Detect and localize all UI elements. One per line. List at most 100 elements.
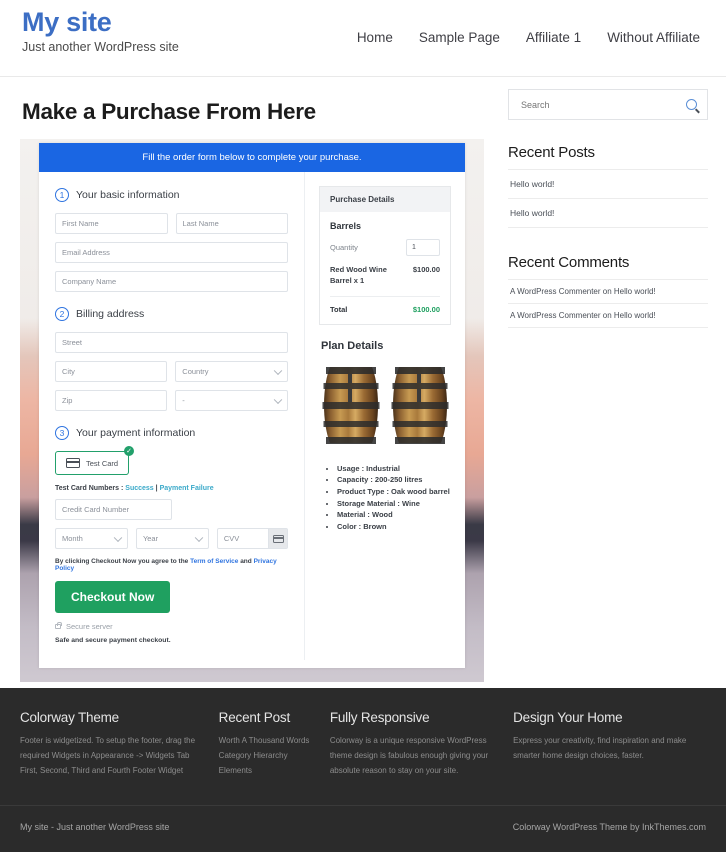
quantity-input[interactable]: 1 xyxy=(406,239,440,256)
recent-post-item[interactable]: Hello world! xyxy=(508,199,708,228)
footer-bottom-bar: My site - Just another WordPress site Co… xyxy=(0,806,726,832)
footer-widget-recent-post: Recent Post Worth A Thousand Words Categ… xyxy=(219,710,330,805)
terms-notice: By clicking Checkout Now you agree to th… xyxy=(55,558,288,572)
quantity-label: Quantity xyxy=(330,243,358,252)
recent-comment-item[interactable]: A WordPress Commenter on Hello world! xyxy=(508,280,708,304)
plan-spec-item: Material : Wood xyxy=(337,509,451,521)
step-number-3: 3 xyxy=(55,426,69,440)
plan-spec-item: Color : Brown xyxy=(337,521,451,533)
lock-icon xyxy=(55,624,61,629)
search-input[interactable] xyxy=(519,99,686,111)
footer-recent-post-item[interactable]: Category Hierarchy xyxy=(219,749,316,764)
city-input[interactable]: City xyxy=(55,361,167,382)
barrel-product-image xyxy=(319,361,451,449)
order-total-row: Total $100.00 xyxy=(330,297,440,314)
test-card-numbers-prefix: Test Card Numbers : xyxy=(55,485,125,492)
test-card-failure-link[interactable]: Payment Failure xyxy=(160,485,214,492)
city-country-row: City Country xyxy=(55,361,288,382)
footer-widget-text: Express your creativity, find inspiratio… xyxy=(513,734,692,764)
country-select-value: Country xyxy=(182,367,208,376)
zip-state-row: Zip - xyxy=(55,390,288,411)
expiry-year-value: Year xyxy=(143,534,158,543)
cvv-help-button[interactable] xyxy=(268,529,287,548)
terms-of-service-link[interactable]: Term of Service xyxy=(190,558,238,565)
expiry-cvv-row: Month Year CVV xyxy=(55,528,288,549)
order-form-column: 1 Your basic information First Name Last… xyxy=(39,172,305,660)
secure-server-row: Secure server xyxy=(55,622,288,631)
footer-copyright-left: My site - Just another WordPress site xyxy=(20,822,169,832)
expiry-month-value: Month xyxy=(62,534,83,543)
email-input[interactable]: Email Address xyxy=(55,242,288,263)
footer-credit-right[interactable]: Colorway WordPress Theme by InkThemes.co… xyxy=(513,822,706,832)
country-select[interactable]: Country xyxy=(175,361,288,382)
site-header: My site Just another WordPress site Home… xyxy=(0,0,726,77)
purchase-details-title: Purchase Details xyxy=(320,187,450,212)
credit-card-number-input[interactable]: Credit Card Number xyxy=(55,499,172,520)
street-input[interactable]: Street xyxy=(55,332,288,353)
site-branding: My site Just another WordPress site xyxy=(22,0,179,54)
check-circle-icon: ✓ xyxy=(124,446,134,456)
last-name-input[interactable]: Last Name xyxy=(176,213,289,234)
step-payment-information: 3 Your payment information xyxy=(55,426,288,440)
street-field-row: Street xyxy=(55,332,288,353)
order-summary-column: Purchase Details Barrels Quantity 1 Red … xyxy=(305,172,465,660)
content-column: Make a Purchase From Here Fill the order… xyxy=(20,77,490,682)
credit-card-row: Credit Card Number xyxy=(55,499,288,520)
company-field-row: Company Name xyxy=(55,271,288,292)
checkout-now-button[interactable]: Checkout Now xyxy=(55,581,170,613)
page-title: Make a Purchase From Here xyxy=(22,99,490,125)
recent-post-item[interactable]: Hello world! xyxy=(508,170,708,199)
sidebar: Recent Posts Hello world! Hello world! R… xyxy=(508,77,708,682)
total-label: Total xyxy=(330,305,347,314)
footer-widget-fully-responsive: Fully Responsive Colorway is a unique re… xyxy=(330,710,513,805)
nav-item-home[interactable]: Home xyxy=(357,30,393,45)
test-card-label: Test Card xyxy=(86,459,118,468)
chevron-down-icon xyxy=(195,533,203,541)
credit-card-icon xyxy=(66,458,80,468)
company-name-input[interactable]: Company Name xyxy=(55,271,288,292)
recent-comment-item[interactable]: A WordPress Commenter on Hello world! xyxy=(508,304,708,328)
purchase-details-panel: Purchase Details Barrels Quantity 1 Red … xyxy=(319,186,451,325)
zip-input[interactable]: Zip xyxy=(55,390,167,411)
recent-posts-list: Hello world! Hello world! xyxy=(508,169,708,228)
plan-spec-item: Storage Material : Wine xyxy=(337,498,451,510)
footer-widget-title: Fully Responsive xyxy=(330,710,499,725)
test-card-option-wrapper: Test Card ✓ xyxy=(55,451,129,475)
expiry-year-select[interactable]: Year xyxy=(136,528,209,549)
checkout-backdrop: Fill the order form below to complete yo… xyxy=(20,139,484,682)
site-title[interactable]: My site xyxy=(22,8,179,36)
search-widget xyxy=(508,89,708,120)
test-card-success-link[interactable]: Success xyxy=(125,485,153,492)
line-item-amount: $100.00 xyxy=(413,265,440,287)
footer-widget-title: Colorway Theme xyxy=(20,710,205,725)
chevron-down-icon xyxy=(274,366,282,374)
test-card-option[interactable]: Test Card xyxy=(55,451,129,475)
checkout-body: 1 Your basic information First Name Last… xyxy=(39,172,465,660)
checkout-card: Fill the order form below to complete yo… xyxy=(39,143,465,668)
step-billing-address: 2 Billing address xyxy=(55,307,288,321)
purchase-details-body: Barrels Quantity 1 Red Wood Wine Barrel … xyxy=(320,212,450,324)
footer-recent-post-item[interactable]: Elements xyxy=(219,764,316,779)
footer-recent-post-item[interactable]: Worth A Thousand Words xyxy=(219,734,316,749)
plan-spec-item: Capacity : 200-250 litres xyxy=(337,474,451,486)
footer-widget-text: Footer is widgetized. To setup the foote… xyxy=(20,734,205,778)
order-banner: Fill the order form below to complete yo… xyxy=(39,143,465,172)
first-name-input[interactable]: First Name xyxy=(55,213,168,234)
state-select-value: - xyxy=(182,396,185,405)
search-icon[interactable] xyxy=(686,99,697,110)
quantity-row: Quantity 1 xyxy=(330,239,440,256)
footer-recent-post-list: Worth A Thousand Words Category Hierarch… xyxy=(219,734,316,778)
nav-item-affiliate-1[interactable]: Affiliate 1 xyxy=(526,30,581,45)
cvv-field-wrapper: CVV xyxy=(217,528,288,549)
expiry-month-select[interactable]: Month xyxy=(55,528,128,549)
credit-card-icon xyxy=(273,535,284,543)
nav-item-without-affiliate[interactable]: Without Affiliate xyxy=(607,30,700,45)
state-select[interactable]: - xyxy=(175,390,288,411)
chevron-down-icon xyxy=(274,395,282,403)
order-line-item: Red Wood Wine Barrel x 1 $100.00 xyxy=(330,265,440,297)
email-field-row: Email Address xyxy=(55,242,288,263)
step-label-payment: Your payment information xyxy=(76,427,195,439)
footer-widget-area: Colorway Theme Footer is widgetized. To … xyxy=(0,688,726,806)
plan-details-title: Plan Details xyxy=(321,340,451,352)
nav-item-sample-page[interactable]: Sample Page xyxy=(419,30,500,45)
